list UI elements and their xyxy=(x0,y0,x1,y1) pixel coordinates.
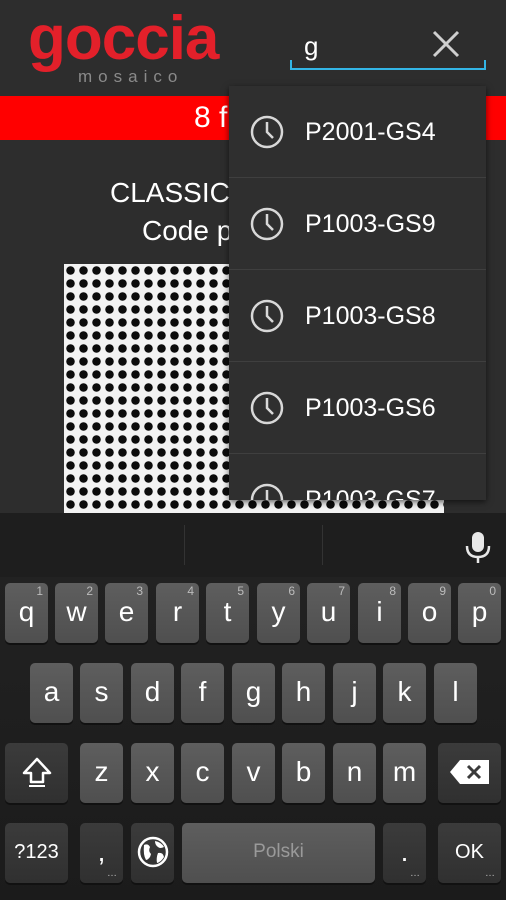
key-hint: 3 xyxy=(136,584,143,598)
clock-icon xyxy=(250,207,284,241)
key-t[interactable]: t5 xyxy=(206,583,249,643)
ok-key[interactable]: OK… xyxy=(438,823,501,883)
product-title: CLASSIC xyxy=(110,177,230,208)
key-a[interactable]: a xyxy=(30,663,73,723)
clock-icon xyxy=(250,299,284,333)
key-label: , xyxy=(97,836,106,867)
key-i[interactable]: i8 xyxy=(358,583,401,643)
key-o[interactable]: o9 xyxy=(408,583,451,643)
key-k[interactable]: k xyxy=(383,663,426,723)
suggestion-label: P1003-GS9 xyxy=(305,210,436,238)
key-label: w xyxy=(66,596,87,627)
suggestion-label: P1003-GS6 xyxy=(305,394,436,422)
globe-icon xyxy=(137,836,168,868)
microphone-icon[interactable] xyxy=(460,529,496,565)
logo-text: goccia xyxy=(28,4,219,73)
suggestion-label: P1003-GS8 xyxy=(305,302,436,330)
clock-icon xyxy=(250,391,284,425)
key-more-dots: … xyxy=(107,868,117,879)
key-c[interactable]: c xyxy=(181,743,224,803)
key-label: e xyxy=(118,596,135,627)
key-label: i xyxy=(376,596,383,627)
suggestion-item[interactable]: P1003-GS7 xyxy=(229,454,486,500)
close-icon xyxy=(432,30,460,58)
key-label: OK xyxy=(455,841,484,863)
backspace-icon xyxy=(449,760,489,784)
key-n[interactable]: n xyxy=(333,743,376,803)
strip-divider xyxy=(322,525,323,565)
key-hint: 7 xyxy=(338,584,345,598)
search-underline-right xyxy=(484,60,486,70)
keyboard-suggestion-strip[interactable] xyxy=(0,513,506,577)
key-label: . xyxy=(400,836,409,867)
clear-search-button[interactable] xyxy=(424,22,468,66)
suggestion-item[interactable]: P1003-GS9 xyxy=(229,178,486,270)
key-hint: 1 xyxy=(36,584,43,598)
key-hint: 9 xyxy=(439,584,446,598)
key-hint: 6 xyxy=(288,584,295,598)
shift-key[interactable] xyxy=(5,743,68,803)
app-screen: goccia mosaico 8 f CLASSIC Code p P2001-… xyxy=(0,0,506,900)
key-label: r xyxy=(172,596,183,627)
strip-divider xyxy=(184,525,185,565)
app-logo[interactable]: goccia mosaico xyxy=(28,4,258,88)
key-label: t xyxy=(223,596,232,627)
clock-icon xyxy=(250,115,284,149)
period-key[interactable]: .… xyxy=(383,823,426,883)
search-suggestions: P2001-GS4 P1003-GS9 P1003-GS8 P1003-GS6 xyxy=(229,86,486,500)
key-label: y xyxy=(271,596,286,627)
search-input[interactable] xyxy=(292,24,422,68)
logo-subtitle: mosaico xyxy=(78,67,184,86)
comma-key[interactable]: ,… xyxy=(80,823,123,883)
key-h[interactable]: h xyxy=(282,663,325,723)
key-e[interactable]: e3 xyxy=(105,583,148,643)
key-more-dots: … xyxy=(485,868,495,879)
key-w[interactable]: w2 xyxy=(55,583,98,643)
key-x[interactable]: x xyxy=(131,743,174,803)
key-more-dots: … xyxy=(410,868,420,879)
key-hint: 8 xyxy=(389,584,396,598)
key-g[interactable]: g xyxy=(232,663,275,723)
key-label: u xyxy=(320,596,337,627)
key-s[interactable]: s xyxy=(80,663,123,723)
suggestion-item[interactable]: P1003-GS6 xyxy=(229,362,486,454)
key-j[interactable]: j xyxy=(333,663,376,723)
key-r[interactable]: r4 xyxy=(156,583,199,643)
key-hint: 2 xyxy=(86,584,93,598)
action-bar: goccia mosaico xyxy=(0,0,506,96)
symbols-key[interactable]: ?123 xyxy=(5,823,68,883)
key-hint: 4 xyxy=(187,584,194,598)
key-z[interactable]: z xyxy=(80,743,123,803)
key-y[interactable]: y6 xyxy=(257,583,300,643)
suggestion-label: P2001-GS4 xyxy=(305,118,436,146)
space-key[interactable]: Polski xyxy=(182,823,375,883)
suggestion-label: P1003-GS7 xyxy=(305,486,436,500)
key-l[interactable]: l xyxy=(434,663,477,723)
search-underline xyxy=(290,68,486,70)
key-hint: 5 xyxy=(237,584,244,598)
key-label: q xyxy=(18,596,35,627)
key-f[interactable]: f xyxy=(181,663,224,723)
key-label: o xyxy=(421,596,438,627)
key-q[interactable]: q1 xyxy=(5,583,48,643)
key-v[interactable]: v xyxy=(232,743,275,803)
key-m[interactable]: m xyxy=(383,743,426,803)
product-code: Code p xyxy=(142,215,233,246)
language-key[interactable] xyxy=(131,823,174,883)
key-p[interactable]: p0 xyxy=(458,583,501,643)
clock-icon xyxy=(250,483,284,500)
shift-icon xyxy=(22,757,51,787)
key-hint: 0 xyxy=(489,584,496,598)
results-banner-text: 8 f xyxy=(194,101,228,134)
key-u[interactable]: u7 xyxy=(307,583,350,643)
key-d[interactable]: d xyxy=(131,663,174,723)
key-b[interactable]: b xyxy=(282,743,325,803)
backspace-key[interactable] xyxy=(438,743,501,803)
suggestion-item[interactable]: P1003-GS8 xyxy=(229,270,486,362)
suggestion-item[interactable]: P2001-GS4 xyxy=(229,86,486,178)
soft-keyboard: q1 w2 e3 r4 t5 y6 u7 i8 o9 p0 a s d f g … xyxy=(0,513,506,900)
key-label: p xyxy=(471,596,488,627)
